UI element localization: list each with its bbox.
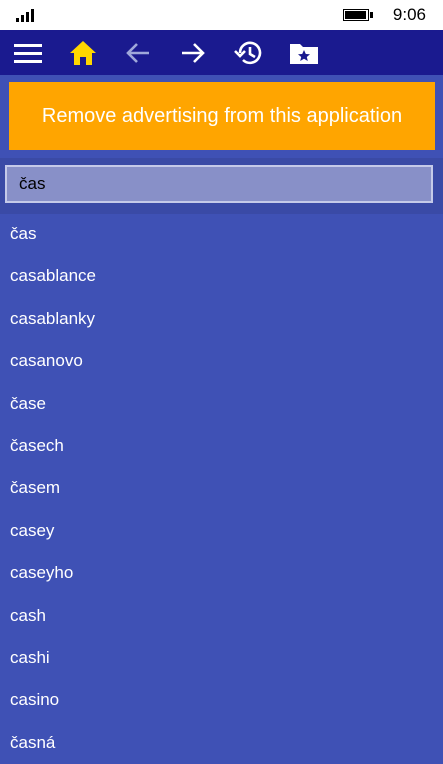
back-button[interactable] bbox=[114, 30, 162, 75]
menu-button[interactable] bbox=[4, 30, 52, 75]
status-bar: 9:06 bbox=[0, 0, 443, 30]
list-item[interactable]: caseyho bbox=[0, 552, 443, 594]
search-bar bbox=[0, 158, 443, 214]
list-item[interactable]: čas bbox=[0, 213, 443, 255]
signal-strength-icon bbox=[16, 8, 40, 22]
remove-ads-label: Remove advertising from this application bbox=[41, 104, 403, 127]
list-item[interactable]: casablance bbox=[0, 255, 443, 297]
forward-button[interactable] bbox=[169, 30, 217, 75]
history-icon bbox=[234, 41, 262, 64]
toolbar bbox=[0, 30, 443, 75]
clock: 9:06 bbox=[392, 5, 426, 24]
hamburger-menu-icon bbox=[14, 43, 42, 63]
star-folder-icon bbox=[290, 43, 318, 64]
list-item[interactable]: čase bbox=[0, 383, 443, 425]
battery-icon bbox=[343, 9, 373, 21]
list-item[interactable]: časem bbox=[0, 467, 443, 509]
list-item[interactable]: časech bbox=[0, 425, 443, 467]
list-item[interactable]: casanovo bbox=[0, 340, 443, 382]
word-list: čas casablance casablanky casanovo čase … bbox=[0, 213, 443, 764]
arrow-left-icon bbox=[126, 42, 149, 63]
home-icon bbox=[70, 40, 96, 65]
history-button[interactable] bbox=[225, 30, 273, 75]
home-button[interactable] bbox=[59, 30, 107, 75]
list-item[interactable]: casino bbox=[0, 679, 443, 721]
list-item[interactable]: časná bbox=[0, 722, 443, 764]
list-item[interactable]: cash bbox=[0, 595, 443, 637]
list-item[interactable]: casey bbox=[0, 510, 443, 552]
list-item[interactable]: casablanky bbox=[0, 298, 443, 340]
list-item[interactable]: cashi bbox=[0, 637, 443, 679]
remove-ads-banner[interactable]: Remove advertising from this application bbox=[9, 82, 435, 150]
arrow-right-icon bbox=[182, 42, 205, 63]
search-input[interactable] bbox=[5, 165, 433, 203]
favorites-button[interactable] bbox=[280, 30, 328, 75]
